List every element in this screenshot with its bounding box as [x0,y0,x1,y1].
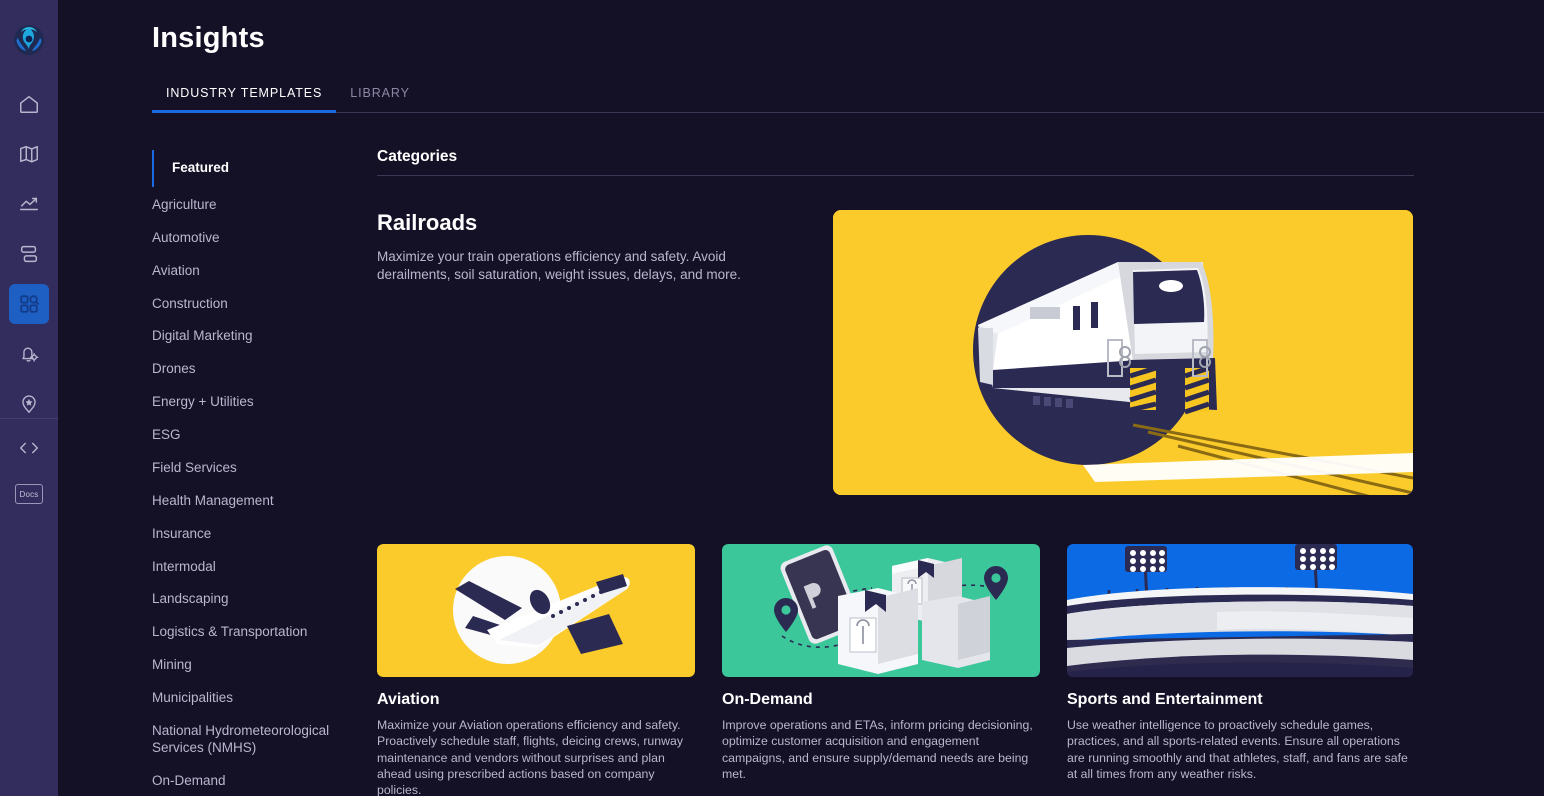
sidebar-item-alerts[interactable] [9,334,49,374]
stadium-illustration [1067,544,1413,677]
airplane-illustration [377,544,695,677]
pin-star-icon [18,393,40,415]
card-description: Improve operations and ETAs, inform pric… [722,718,1033,782]
category-list[interactable]: Featured Agriculture Automotive Aviation… [152,150,357,796]
hero-text-block: Railroads Maximize your train operations… [377,210,817,495]
tab-bar: INDUSTRY TEMPLATES LIBRARY [152,86,1544,113]
content-panel: Categories Railroads Maximize your train… [377,148,1417,796]
trending-chart-icon [18,193,40,215]
template-card-aviation[interactable]: Aviation Maximize your Aviation operatio… [377,544,695,796]
hero-title: Railroads [377,210,478,235]
category-item-logistics-transportation[interactable]: Logistics & Transportation [152,616,357,649]
main-content: Insights INDUSTRY TEMPLATES LIBRARY Feat… [58,0,1544,796]
category-item-drones[interactable]: Drones [152,353,357,386]
category-item-esg[interactable]: ESG [152,419,357,452]
hero-description: Maximize your train operations efficienc… [377,249,741,282]
delivery-packages-illustration [722,544,1040,677]
card-title: Aviation [377,691,440,708]
docs-icon: Docs [15,484,43,504]
categories-heading: Categories [377,148,458,165]
code-brackets-icon [17,439,41,457]
rail-divider [0,418,58,419]
grid-search-icon [18,293,40,315]
bell-gear-icon [18,343,40,365]
category-item-automotive[interactable]: Automotive [152,222,357,255]
category-item-insurance[interactable]: Insurance [152,518,357,551]
category-item-construction[interactable]: Construction [152,288,357,321]
sidebar-item-docs[interactable]: Docs [9,474,49,514]
category-item-field-services[interactable]: Field Services [152,452,357,485]
category-item-featured[interactable]: Featured [152,150,357,187]
sidebar-item-insights[interactable] [9,284,49,324]
category-item-energy-utilities[interactable]: Energy + Utilities [152,386,357,419]
left-nav-rail: Docs [0,0,58,796]
card-description: Use weather intelligence to proactively … [1067,718,1408,782]
category-item-health-management[interactable]: Health Management [152,485,357,518]
template-card-sports-entertainment[interactable]: Sports and Entertainment Use weather int… [1067,544,1413,796]
sidebar-item-map[interactable] [9,134,49,174]
category-item-mining[interactable]: Mining [152,649,357,682]
globe-logo-icon[interactable] [11,22,47,58]
category-item-landscaping[interactable]: Landscaping [152,583,357,616]
card-title: Sports and Entertainment [1067,691,1263,708]
category-item-municipalities[interactable]: Municipalities [152,682,357,715]
home-icon [18,93,40,115]
map-icon [18,143,40,165]
category-item-nmhs[interactable]: National Hydrometeorological Services (N… [152,715,357,765]
hero-railroads[interactable]: Railroads Maximize your train operations… [377,210,1417,495]
template-card-on-demand[interactable]: On-Demand Improve operations and ETAs, i… [722,544,1040,796]
category-item-digital-marketing[interactable]: Digital Marketing [152,320,357,353]
categories-divider [377,175,1414,176]
template-card-list: Aviation Maximize your Aviation operatio… [377,544,1417,796]
category-item-aviation[interactable]: Aviation [152,255,357,288]
app-root: Docs Insights INDUSTRY TEMPLATES LIBRARY… [0,0,1544,796]
sidebar-item-analytics[interactable] [9,184,49,224]
page-title: Insights [152,22,265,54]
layers-stack-icon [18,243,40,265]
train-illustration [833,210,1413,495]
sidebar-item-layers[interactable] [9,234,49,274]
rail-icon-group [9,84,49,424]
sidebar-item-developer[interactable] [9,428,49,468]
card-description: Maximize your Aviation operations effici… [377,718,683,796]
tab-industry-templates[interactable]: INDUSTRY TEMPLATES [152,86,337,113]
category-item-on-demand[interactable]: On-Demand [152,765,357,796]
card-title: On-Demand [722,691,813,708]
rail-bottom-group: Docs [0,428,58,514]
tab-library[interactable]: LIBRARY [336,86,424,112]
sidebar-item-home[interactable] [9,84,49,124]
category-item-intermodal[interactable]: Intermodal [152,551,357,584]
category-item-agriculture[interactable]: Agriculture [152,189,357,222]
